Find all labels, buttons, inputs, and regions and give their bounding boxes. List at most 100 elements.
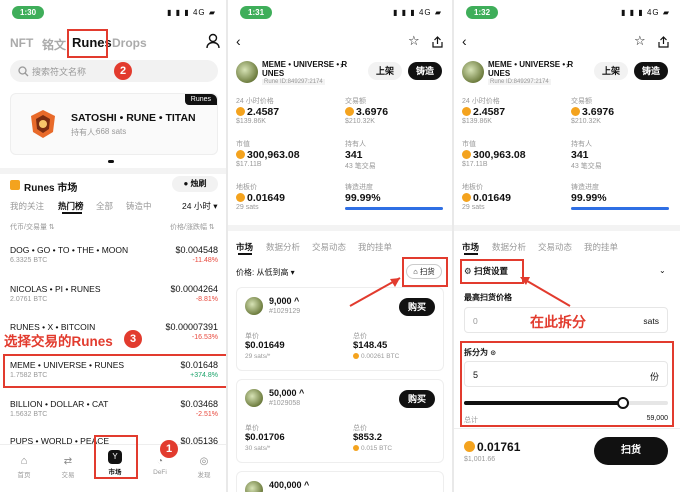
annotation-arrow-split: [520, 277, 571, 307]
tab-data-analysis[interactable]: 数据分析: [492, 241, 526, 253]
annotation-num-1: 1: [160, 440, 178, 458]
nav-home[interactable]: ⌂ 首页: [14, 451, 34, 479]
stat-floor-price: 地板价 0.01649 29 sats: [462, 182, 511, 211]
top-tab-nft[interactable]: NFT: [10, 36, 33, 50]
share-icon[interactable]: [658, 35, 669, 53]
table-row[interactable]: NICOLAS • PI • RUNES 2.0761 BTC $0.00042…: [10, 284, 218, 310]
back-arrow-icon[interactable]: ‹: [462, 33, 467, 49]
mint-progress-bar: [571, 207, 669, 210]
tab-market[interactable]: 市场: [236, 241, 253, 253]
system-icons: ▮ ▮ ▮ 4G ▰: [393, 8, 442, 17]
listing-qty: 400,000 ^: [269, 480, 310, 490]
rune-id: Rune ID:849297:2174: [488, 79, 551, 85]
stat-market-cap: 市值 300,963.08 $17.11B: [236, 139, 300, 168]
subtab-all[interactable]: 全部: [96, 200, 113, 212]
status-bar: 1:30 ▮ ▮ ▮ 4G ▰: [6, 6, 220, 22]
subtab-underline: [62, 212, 82, 214]
share-icon[interactable]: [432, 35, 443, 53]
btc-icon: [462, 150, 471, 159]
annotation-select-runes: 选择交易的Runes: [4, 334, 113, 349]
banner-title: SATOSHI • RUNE • TITAN: [71, 112, 196, 124]
status-time: 1:30: [12, 6, 45, 19]
stat-floor-price: 地板价 0.01649 29 sats: [236, 182, 285, 211]
profile-icon[interactable]: [206, 33, 220, 49]
period-select[interactable]: 24 小时 ▾: [182, 200, 217, 212]
tab-underline: [464, 253, 478, 255]
stat-sub: $139.86K: [236, 118, 266, 125]
table-row[interactable]: DOG • GO • TO • THE • MOON 6.3325 BTC $0…: [10, 245, 218, 271]
tab-data-analysis[interactable]: 数据分析: [266, 241, 300, 253]
listing-card[interactable]: 50,000 ^ #1029058 购买 单价 $0.01706 30 sats…: [236, 379, 444, 463]
sweep-submit-button[interactable]: 扫货: [594, 437, 668, 465]
sort-select[interactable]: 价格: 从低到高 ▾: [236, 267, 295, 278]
nav-label: 首页: [17, 472, 31, 479]
top-tab-drops[interactable]: Drops: [112, 36, 147, 50]
chevron-right-icon[interactable]: ›: [566, 60, 569, 70]
tab-activity[interactable]: 交易动态: [312, 241, 346, 253]
featured-banner[interactable]: Runes SATOSHI • RUNE • TITAN 持有人: 668 sa…: [10, 93, 218, 155]
annotation-split-here: 在此拆分: [530, 314, 586, 330]
list-button[interactable]: 上架: [368, 62, 402, 80]
annotation-arrow-sweep: [349, 277, 401, 307]
stat-value: 2.4587: [247, 106, 280, 118]
divider: [228, 225, 452, 231]
table-row[interactable]: BILLION • DOLLAR • CAT 1.5632 BTC $0.034…: [10, 399, 218, 425]
row-name: DOG • GO • TO • THE • MOON: [10, 245, 129, 255]
bottom-total-price: 0.01761: [464, 440, 520, 454]
total-price: $853.2: [353, 432, 383, 443]
runes-market-icon: [10, 180, 20, 190]
btc-icon: [236, 107, 245, 116]
star-icon[interactable]: ☆: [408, 33, 420, 49]
subtab-following[interactable]: 我的关注: [10, 200, 44, 212]
rune-name-line1: MEME • UNIVERSE • R: [488, 60, 574, 69]
btc-icon: [236, 150, 245, 159]
row-volume: 1.5632 BTC: [10, 411, 48, 418]
stat-sub: 29 sats: [236, 204, 259, 211]
buy-button[interactable]: 购买: [399, 390, 435, 408]
stat-volume: 交易额 3.6976 $210.32K: [345, 96, 388, 125]
listing-card[interactable]: 9,000 ^ #1029129 购买 单价 $0.01649 29 sats/…: [236, 287, 444, 371]
btc-icon: [236, 193, 245, 202]
status-bar: 1:31 ▮ ▮ ▮ 4G ▰: [234, 6, 446, 22]
row-name: NICOLAS • PI • RUNES: [10, 284, 101, 294]
row-price: $0.0004264: [170, 284, 218, 294]
nav-discover[interactable]: ◎ 发现: [194, 451, 214, 479]
stat-value: 3.6976: [582, 106, 615, 118]
system-icons: ▮ ▮ ▮ 4G ▰: [621, 8, 670, 17]
chevron-right-icon[interactable]: ›: [340, 60, 343, 70]
stat-holders: 持有人 341 43 笔交易: [571, 139, 602, 171]
top-tab-inscriptions[interactable]: 铭文: [42, 36, 66, 53]
stat-24h-price: 24 小时价格 2.4587 $139.86K: [236, 96, 279, 125]
search-input[interactable]: 搜索符文名称: [32, 65, 86, 78]
total-price: $148.45: [353, 340, 388, 351]
banner-holders-label: 持有人:: [71, 128, 98, 137]
back-arrow-icon[interactable]: ‹: [236, 33, 241, 49]
list-button[interactable]: 上架: [594, 62, 628, 80]
mint-progress-bar: [345, 207, 443, 210]
tab-market[interactable]: 市场: [462, 241, 479, 253]
flash-button[interactable]: ● 烛刷: [172, 176, 218, 192]
subtab-hot[interactable]: 热门榜: [58, 200, 84, 212]
stat-sub: $139.86K: [462, 118, 492, 125]
stat-value: 300,963.08: [247, 149, 300, 161]
row-volume: 2.0761 BTC: [10, 296, 48, 303]
row-price: $0.00007391: [165, 322, 218, 332]
subtab-minting[interactable]: 铸造中: [126, 200, 152, 212]
nav-trade[interactable]: ⇄ 交易: [58, 451, 78, 479]
listing-card[interactable]: 400,000 ^: [236, 471, 444, 492]
divider: [454, 225, 680, 231]
total-btc-value: 0.015 BTC: [361, 445, 393, 452]
mint-button[interactable]: 铸造: [408, 62, 442, 80]
stat-label: 地板价: [236, 184, 257, 191]
row-price: $0.03468: [180, 399, 218, 409]
divider: [454, 428, 680, 429]
btc-icon: [353, 445, 359, 451]
star-icon[interactable]: ☆: [634, 33, 646, 49]
col-header-token[interactable]: 代币/交易量 ⇅: [10, 222, 55, 232]
tab-activity[interactable]: 交易动态: [538, 241, 572, 253]
tab-my-listings[interactable]: 我的挂单: [584, 241, 618, 253]
mint-button[interactable]: 铸造: [634, 62, 668, 80]
tab-my-listings[interactable]: 我的挂单: [358, 241, 392, 253]
chevron-down-icon[interactable]: ⌄: [659, 266, 666, 275]
col-header-price[interactable]: 价格/涨跌幅 ⇅: [170, 222, 215, 232]
